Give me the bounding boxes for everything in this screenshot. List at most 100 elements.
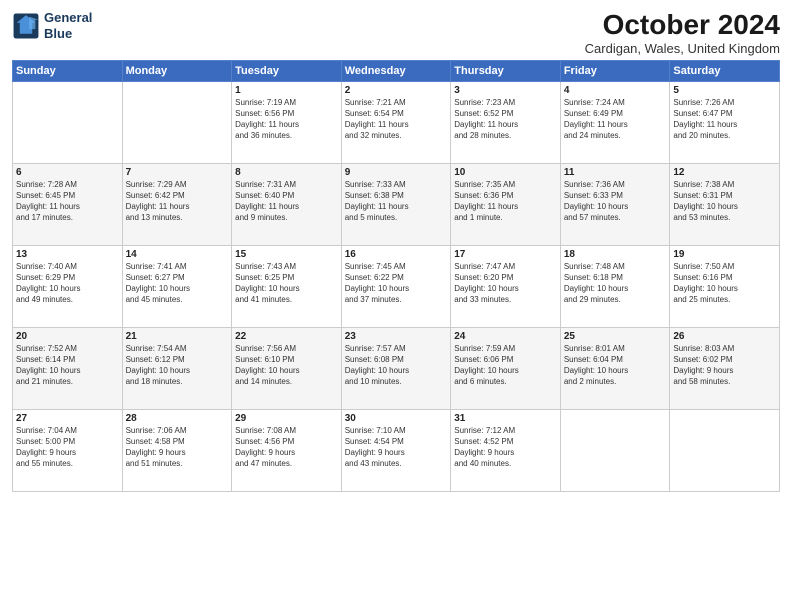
title-block: October 2024 Cardigan, Wales, United Kin… <box>585 10 780 56</box>
cell-content: Sunrise: 7:12 AM Sunset: 4:52 PM Dayligh… <box>454 425 557 470</box>
cell-content: Sunrise: 7:28 AM Sunset: 6:45 PM Dayligh… <box>16 179 119 224</box>
day-header: Sunday <box>13 60 123 81</box>
header: General Blue October 2024 Cardigan, Wale… <box>12 10 780 56</box>
day-number: 1 <box>235 85 338 96</box>
logo: General Blue <box>12 10 92 41</box>
day-number: 7 <box>126 167 229 178</box>
cell-content: Sunrise: 7:10 AM Sunset: 4:54 PM Dayligh… <box>345 425 448 470</box>
calendar-table: SundayMondayTuesdayWednesdayThursdayFrid… <box>12 60 780 492</box>
calendar-cell: 14Sunrise: 7:41 AM Sunset: 6:27 PM Dayli… <box>122 245 232 327</box>
cell-content: Sunrise: 7:04 AM Sunset: 5:00 PM Dayligh… <box>16 425 119 470</box>
day-number: 5 <box>673 85 776 96</box>
cell-content: Sunrise: 7:54 AM Sunset: 6:12 PM Dayligh… <box>126 343 229 388</box>
calendar-cell: 20Sunrise: 7:52 AM Sunset: 6:14 PM Dayli… <box>13 327 123 409</box>
calendar-cell: 12Sunrise: 7:38 AM Sunset: 6:31 PM Dayli… <box>670 163 780 245</box>
logo-icon <box>12 12 40 40</box>
day-header: Wednesday <box>341 60 451 81</box>
calendar-cell: 2Sunrise: 7:21 AM Sunset: 6:54 PM Daylig… <box>341 81 451 163</box>
calendar-cell: 4Sunrise: 7:24 AM Sunset: 6:49 PM Daylig… <box>560 81 670 163</box>
calendar-cell: 22Sunrise: 7:56 AM Sunset: 6:10 PM Dayli… <box>232 327 342 409</box>
day-number: 28 <box>126 413 229 424</box>
calendar-cell: 24Sunrise: 7:59 AM Sunset: 6:06 PM Dayli… <box>451 327 561 409</box>
cell-content: Sunrise: 7:56 AM Sunset: 6:10 PM Dayligh… <box>235 343 338 388</box>
calendar-cell: 8Sunrise: 7:31 AM Sunset: 6:40 PM Daylig… <box>232 163 342 245</box>
calendar-cell: 17Sunrise: 7:47 AM Sunset: 6:20 PM Dayli… <box>451 245 561 327</box>
cell-content: Sunrise: 7:52 AM Sunset: 6:14 PM Dayligh… <box>16 343 119 388</box>
day-header: Saturday <box>670 60 780 81</box>
day-header: Monday <box>122 60 232 81</box>
day-number: 11 <box>564 167 667 178</box>
day-number: 29 <box>235 413 338 424</box>
day-header: Tuesday <box>232 60 342 81</box>
cell-content: Sunrise: 7:26 AM Sunset: 6:47 PM Dayligh… <box>673 97 776 142</box>
day-number: 3 <box>454 85 557 96</box>
cell-content: Sunrise: 7:47 AM Sunset: 6:20 PM Dayligh… <box>454 261 557 306</box>
calendar-cell: 15Sunrise: 7:43 AM Sunset: 6:25 PM Dayli… <box>232 245 342 327</box>
calendar-cell: 27Sunrise: 7:04 AM Sunset: 5:00 PM Dayli… <box>13 409 123 491</box>
cell-content: Sunrise: 7:43 AM Sunset: 6:25 PM Dayligh… <box>235 261 338 306</box>
calendar-cell: 26Sunrise: 8:03 AM Sunset: 6:02 PM Dayli… <box>670 327 780 409</box>
calendar-cell: 16Sunrise: 7:45 AM Sunset: 6:22 PM Dayli… <box>341 245 451 327</box>
calendar-cell: 30Sunrise: 7:10 AM Sunset: 4:54 PM Dayli… <box>341 409 451 491</box>
month-title: October 2024 <box>585 10 780 41</box>
day-number: 20 <box>16 331 119 342</box>
day-number: 26 <box>673 331 776 342</box>
calendar-cell: 18Sunrise: 7:48 AM Sunset: 6:18 PM Dayli… <box>560 245 670 327</box>
calendar-cell: 9Sunrise: 7:33 AM Sunset: 6:38 PM Daylig… <box>341 163 451 245</box>
calendar-cell: 11Sunrise: 7:36 AM Sunset: 6:33 PM Dayli… <box>560 163 670 245</box>
day-number: 19 <box>673 249 776 260</box>
cell-content: Sunrise: 7:31 AM Sunset: 6:40 PM Dayligh… <box>235 179 338 224</box>
cell-content: Sunrise: 7:33 AM Sunset: 6:38 PM Dayligh… <box>345 179 448 224</box>
cell-content: Sunrise: 8:01 AM Sunset: 6:04 PM Dayligh… <box>564 343 667 388</box>
day-number: 4 <box>564 85 667 96</box>
cell-content: Sunrise: 7:59 AM Sunset: 6:06 PM Dayligh… <box>454 343 557 388</box>
page: General Blue October 2024 Cardigan, Wale… <box>0 0 792 612</box>
calendar-cell: 1Sunrise: 7:19 AM Sunset: 6:56 PM Daylig… <box>232 81 342 163</box>
calendar-cell: 23Sunrise: 7:57 AM Sunset: 6:08 PM Dayli… <box>341 327 451 409</box>
day-number: 2 <box>345 85 448 96</box>
cell-content: Sunrise: 7:35 AM Sunset: 6:36 PM Dayligh… <box>454 179 557 224</box>
cell-content: Sunrise: 7:23 AM Sunset: 6:52 PM Dayligh… <box>454 97 557 142</box>
day-number: 8 <box>235 167 338 178</box>
calendar-cell: 29Sunrise: 7:08 AM Sunset: 4:56 PM Dayli… <box>232 409 342 491</box>
calendar-cell: 19Sunrise: 7:50 AM Sunset: 6:16 PM Dayli… <box>670 245 780 327</box>
day-number: 6 <box>16 167 119 178</box>
cell-content: Sunrise: 7:50 AM Sunset: 6:16 PM Dayligh… <box>673 261 776 306</box>
calendar-cell: 10Sunrise: 7:35 AM Sunset: 6:36 PM Dayli… <box>451 163 561 245</box>
day-number: 18 <box>564 249 667 260</box>
day-header: Thursday <box>451 60 561 81</box>
cell-content: Sunrise: 7:48 AM Sunset: 6:18 PM Dayligh… <box>564 261 667 306</box>
day-number: 10 <box>454 167 557 178</box>
cell-content: Sunrise: 7:57 AM Sunset: 6:08 PM Dayligh… <box>345 343 448 388</box>
calendar-cell: 28Sunrise: 7:06 AM Sunset: 4:58 PM Dayli… <box>122 409 232 491</box>
calendar-cell <box>670 409 780 491</box>
calendar-cell: 25Sunrise: 8:01 AM Sunset: 6:04 PM Dayli… <box>560 327 670 409</box>
day-number: 30 <box>345 413 448 424</box>
cell-content: Sunrise: 7:24 AM Sunset: 6:49 PM Dayligh… <box>564 97 667 142</box>
day-number: 17 <box>454 249 557 260</box>
calendar-cell <box>13 81 123 163</box>
calendar-cell <box>560 409 670 491</box>
cell-content: Sunrise: 7:29 AM Sunset: 6:42 PM Dayligh… <box>126 179 229 224</box>
cell-content: Sunrise: 7:40 AM Sunset: 6:29 PM Dayligh… <box>16 261 119 306</box>
cell-content: Sunrise: 7:08 AM Sunset: 4:56 PM Dayligh… <box>235 425 338 470</box>
calendar-cell: 13Sunrise: 7:40 AM Sunset: 6:29 PM Dayli… <box>13 245 123 327</box>
calendar-cell: 21Sunrise: 7:54 AM Sunset: 6:12 PM Dayli… <box>122 327 232 409</box>
day-number: 13 <box>16 249 119 260</box>
cell-content: Sunrise: 7:36 AM Sunset: 6:33 PM Dayligh… <box>564 179 667 224</box>
calendar-cell: 6Sunrise: 7:28 AM Sunset: 6:45 PM Daylig… <box>13 163 123 245</box>
day-number: 14 <box>126 249 229 260</box>
day-number: 21 <box>126 331 229 342</box>
cell-content: Sunrise: 7:45 AM Sunset: 6:22 PM Dayligh… <box>345 261 448 306</box>
calendar-cell: 31Sunrise: 7:12 AM Sunset: 4:52 PM Dayli… <box>451 409 561 491</box>
day-header: Friday <box>560 60 670 81</box>
calendar-cell: 5Sunrise: 7:26 AM Sunset: 6:47 PM Daylig… <box>670 81 780 163</box>
cell-content: Sunrise: 7:41 AM Sunset: 6:27 PM Dayligh… <box>126 261 229 306</box>
cell-content: Sunrise: 8:03 AM Sunset: 6:02 PM Dayligh… <box>673 343 776 388</box>
day-number: 22 <box>235 331 338 342</box>
day-number: 25 <box>564 331 667 342</box>
cell-content: Sunrise: 7:38 AM Sunset: 6:31 PM Dayligh… <box>673 179 776 224</box>
calendar-cell: 3Sunrise: 7:23 AM Sunset: 6:52 PM Daylig… <box>451 81 561 163</box>
logo-text: General Blue <box>44 10 92 41</box>
day-number: 12 <box>673 167 776 178</box>
